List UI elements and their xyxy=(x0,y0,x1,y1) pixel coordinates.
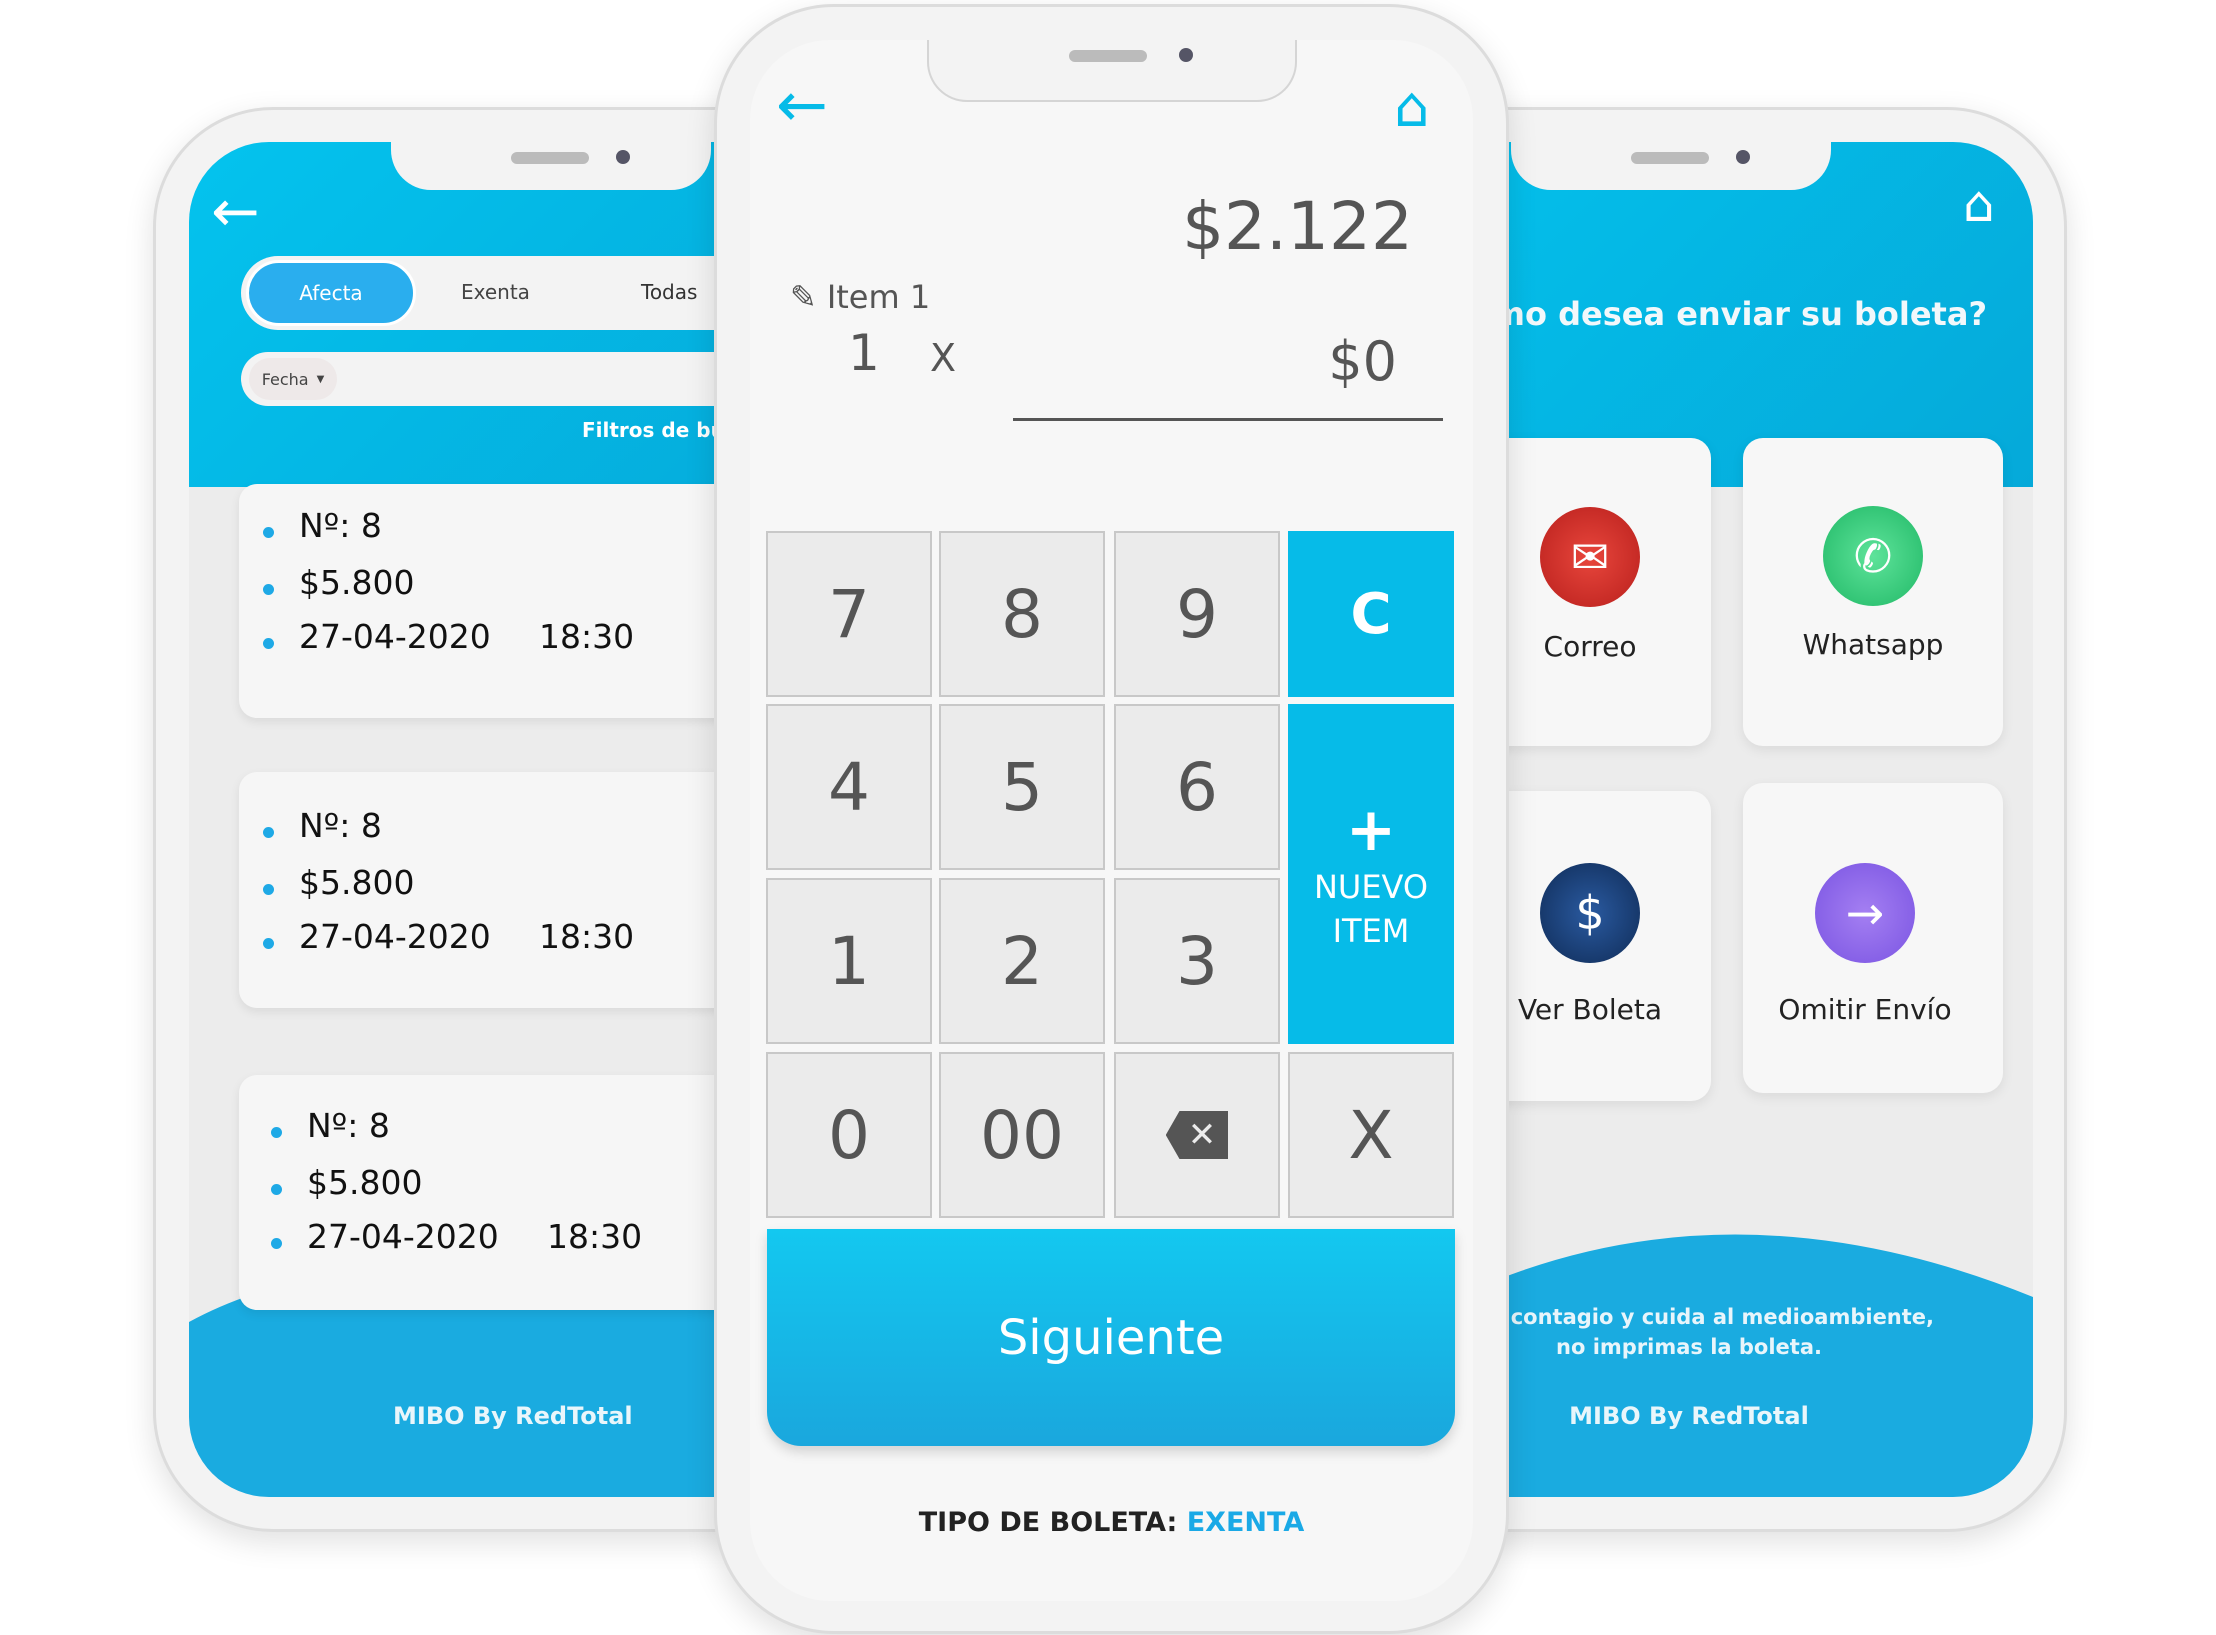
back-arrow-icon[interactable]: ← xyxy=(211,182,260,240)
key-7[interactable]: 7 xyxy=(766,531,932,697)
tab-afecta[interactable]: Afecta xyxy=(246,260,416,326)
times-sign: X xyxy=(930,336,957,380)
receipt-type: TIPO DE BOLETA: EXENTA xyxy=(750,1507,1473,1538)
key-backspace[interactable]: ✕ xyxy=(1114,1052,1280,1218)
total-amount: $2.122 xyxy=(1182,188,1413,265)
notch xyxy=(1511,142,1831,190)
left-footer-brand: MIBO By RedTotal xyxy=(393,1402,633,1430)
receipt-number: Nº: 8 xyxy=(307,1106,390,1145)
key-8[interactable]: 8 xyxy=(939,531,1105,697)
new-item-line2: ITEM xyxy=(1332,912,1410,950)
receipt-type-value: EXENTA xyxy=(1186,1507,1305,1538)
plus-icon: + xyxy=(1345,795,1397,865)
center-phone: ← ⌂ $2.122 ✎ Item 1 1 X $0 7 8 9 C 4 5 6 … xyxy=(714,4,1509,1634)
item-label: Item 1 xyxy=(826,278,931,316)
caret-down-icon: ▼ xyxy=(316,373,325,385)
fecha-dropdown[interactable]: Fecha ▼ xyxy=(249,358,337,400)
send-question: ¿Cómo desea enviar su boleta? xyxy=(1427,295,1987,333)
mail-icon: ✉ xyxy=(1540,507,1640,607)
center-screen: ← ⌂ $2.122 ✎ Item 1 1 X $0 7 8 9 C 4 5 6 … xyxy=(750,40,1473,1601)
key-0[interactable]: 0 xyxy=(766,1052,932,1218)
option-label: Omitir Envío xyxy=(1778,993,1952,1026)
item-amount[interactable]: $0 xyxy=(1328,330,1397,393)
edit-item-name[interactable]: ✎ Item 1 xyxy=(790,278,930,316)
receipt-date: 27-04-2020 xyxy=(299,917,491,956)
amount-underline xyxy=(1013,418,1443,421)
option-label: Whatsapp xyxy=(1802,628,1944,661)
pencil-icon: ✎ xyxy=(790,278,817,316)
option-whatsapp[interactable]: ✆ Whatsapp xyxy=(1743,438,2003,746)
key-cancel[interactable]: X xyxy=(1288,1052,1454,1218)
arrow-right-icon: → xyxy=(1815,863,1915,963)
key-3[interactable]: 3 xyxy=(1114,878,1280,1044)
receipt-amount: $5.800 xyxy=(299,563,415,602)
key-4[interactable]: 4 xyxy=(766,704,932,870)
option-omitir-envio[interactable]: → Omitir Envío xyxy=(1743,783,2003,1093)
home-icon[interactable]: ⌂ xyxy=(1394,80,1430,136)
receipt-amount: $5.800 xyxy=(307,1163,423,1202)
new-item-line1: NUEVO xyxy=(1313,868,1429,906)
home-icon[interactable]: ⌂ xyxy=(1963,179,1995,229)
receipt-icon: $ xyxy=(1540,863,1640,963)
notch xyxy=(391,142,711,190)
key-5[interactable]: 5 xyxy=(939,704,1105,870)
receipt-time: 18:30 xyxy=(539,617,635,656)
key-1[interactable]: 1 xyxy=(766,878,932,1044)
receipt-number: Nº: 8 xyxy=(299,506,382,545)
receipt-time: 18:30 xyxy=(539,917,635,956)
back-arrow-icon[interactable]: ← xyxy=(776,74,828,136)
next-button[interactable]: Siguiente xyxy=(767,1229,1455,1446)
notch xyxy=(926,40,1297,102)
key-6[interactable]: 6 xyxy=(1114,704,1280,870)
backspace-icon: ✕ xyxy=(1165,1111,1229,1159)
receipt-date: 27-04-2020 xyxy=(299,617,491,656)
tab-todas[interactable]: Todas xyxy=(641,280,697,304)
receipt-amount: $5.800 xyxy=(299,863,415,902)
item-quantity[interactable]: 1 xyxy=(848,324,880,382)
receipt-type-label: TIPO DE BOLETA: xyxy=(918,1507,1178,1538)
key-9[interactable]: 9 xyxy=(1114,531,1280,697)
key-2[interactable]: 2 xyxy=(939,878,1105,1044)
key-clear[interactable]: C xyxy=(1288,531,1454,697)
key-00[interactable]: 00 xyxy=(939,1052,1105,1218)
receipt-number: Nº: 8 xyxy=(299,806,382,845)
whatsapp-icon: ✆ xyxy=(1823,506,1923,606)
new-item-button[interactable]: + NUEVO ITEM xyxy=(1288,704,1454,1044)
fecha-label: Fecha xyxy=(261,369,309,389)
receipt-time: 18:30 xyxy=(547,1217,643,1256)
receipt-date: 27-04-2020 xyxy=(307,1217,499,1256)
tab-exenta[interactable]: Exenta xyxy=(461,280,530,304)
